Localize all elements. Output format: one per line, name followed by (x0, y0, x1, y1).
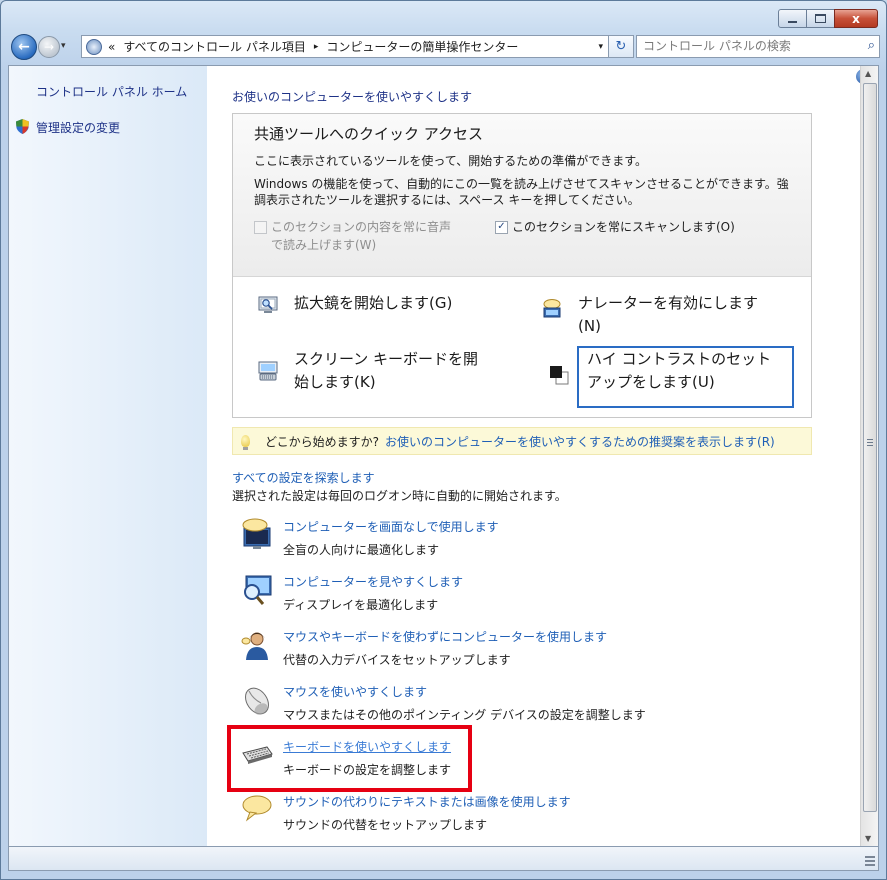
setting-item-easier-to-see[interactable]: コンピューターを見やすくします ディスプレイを最適化します (241, 573, 801, 615)
setting-item-subtitle: ディスプレイを最適化します (283, 598, 439, 612)
setting-item-no-display[interactable]: コンピューターを画面なしで使用します 全盲の人向けに最適化します (241, 518, 801, 560)
high-contrast-icon (550, 366, 569, 385)
read-aloud-checkbox-box[interactable] (254, 221, 267, 234)
minimize-icon (788, 20, 797, 23)
highlight-annotation-box (227, 725, 472, 792)
scan-checkbox[interactable]: ✓ このセクションを常にスキャンします(O) (495, 218, 735, 236)
scrollbar-thumb[interactable] (863, 83, 877, 812)
high-contrast-tool-button[interactable]: ハイ コントラストのセット アップをします(U) (587, 348, 771, 394)
setting-item-no-mouse-keyboard[interactable]: マウスやキーボードを使わずにコンピューターを使用します 代替の入力デバイスをセッ… (241, 628, 801, 670)
close-button[interactable]: x (834, 9, 878, 28)
setting-item-title[interactable]: マウスやキーボードを使わずにコンピューターを使用します (283, 628, 607, 645)
scan-checkbox-box[interactable]: ✓ (495, 221, 508, 234)
quick-access-description: ここに表示されているツールを使って、開始するための準備ができます。 (254, 154, 648, 168)
setting-item-subtitle: 全盲の人向けに最適化します (283, 543, 440, 557)
scroll-down-icon[interactable]: ▼ (865, 834, 871, 843)
lightbulb-icon (241, 435, 250, 450)
setting-item-subtitle: 代替の入力デバイスをセットアップします (283, 653, 511, 667)
close-icon: x (852, 11, 860, 26)
magnifier-tool-icon (258, 296, 278, 313)
search-box: ⌕ (636, 35, 880, 58)
setting-item-subtitle: サウンドの代替をセットアップします (283, 818, 488, 832)
resize-grip-icon[interactable] (865, 856, 875, 868)
magnifier-tool-button[interactable]: 拡大鏡を開始します(G) (294, 292, 452, 315)
address-bar[interactable]: « すべてのコントロール パネル項目 ▸ コンピューターの簡単操作センター ▾ (81, 35, 609, 58)
breadcrumb-separator-icon[interactable]: ▸ (314, 42, 319, 52)
recommendation-tip: どこから始めますか? お使いのコンピューターを使いやすくするための推奨案を表示し… (232, 427, 812, 455)
minimize-button[interactable] (778, 9, 807, 28)
control-panel-icon (86, 38, 102, 55)
speech-bubble-icon (242, 795, 272, 822)
breadcrumb-all-items[interactable]: すべてのコントロール パネル項目 (123, 38, 306, 55)
navigation-bar: ← → ▾ « すべてのコントロール パネル項目 ▸ コンピューターの簡単操作セ… (9, 33, 880, 61)
search-input[interactable] (637, 36, 859, 55)
history-dropdown-icon[interactable]: ▾ (61, 41, 66, 51)
vertical-scrollbar[interactable]: ▲ ▼ (860, 66, 878, 846)
setting-item-title[interactable]: マウスを使いやすくします (283, 683, 427, 700)
setting-item-subtitle: マウスまたはその他のポインティング デバイスの設定を調整します (283, 708, 646, 722)
back-button[interactable]: ← (11, 34, 37, 60)
maximize-icon (815, 14, 826, 23)
breadcrumb-ease-of-access[interactable]: コンピューターの簡単操作センター (326, 38, 518, 55)
address-dropdown-icon[interactable]: ▾ (598, 42, 603, 52)
main-panel: ? お使いのコンピューターを使いやすくします 共通ツールへのクイック アクセス … (207, 66, 871, 846)
read-aloud-checkbox[interactable]: このセクションの内容を常に音声 で読み上げます(W) (254, 218, 451, 254)
scrollbar-grip-icon (867, 439, 873, 448)
narrator-tool-icon (543, 299, 561, 318)
on-screen-keyboard-icon (258, 361, 278, 381)
sidebar-link-admin-settings[interactable]: 管理設定の変更 (36, 119, 120, 136)
uac-shield-icon (16, 119, 29, 134)
sidebar-link-home[interactable]: コントロール パネル ホーム (36, 83, 187, 100)
forward-arrow-icon: → (43, 40, 55, 54)
explore-settings-description: 選択された設定は毎回のログオン時に自動的に開始されます。 (232, 489, 567, 503)
content-area: コントロール パネル ホーム 管理設定の変更 ? お使いのコンピューターを使いや… (8, 65, 879, 847)
refresh-icon: ↻ (615, 39, 627, 54)
breadcrumb-overflow[interactable]: « (108, 40, 115, 54)
maximize-button[interactable] (806, 9, 835, 28)
quick-access-panel: 共通ツールへのクイック アクセス ここに表示されているツールを使って、開始するた… (232, 113, 812, 418)
refresh-button[interactable]: ↻ (608, 35, 634, 58)
setting-item-title[interactable]: コンピューターを見やすくします (283, 573, 463, 590)
quick-access-scan-description: Windows の機能を使って、自動的にこの一覧を読み上げさせてスキャンさせるこ… (254, 177, 789, 207)
setting-item-title[interactable]: サウンドの代わりにテキストまたは画像を使用します (283, 793, 571, 810)
header-link[interactable]: お使いのコンピューターを使いやすくします (232, 88, 472, 105)
status-bar (8, 846, 879, 871)
recommendations-link[interactable]: お使いのコンピューターを使いやすくするための推奨案を表示します(R) (385, 433, 775, 450)
monitor-magnifier-icon (244, 575, 272, 605)
scan-label: このセクションを常にスキャンします(O) (512, 220, 735, 234)
sidebar: コントロール パネル ホーム 管理設定の変更 (9, 66, 207, 846)
read-aloud-label: このセクションの内容を常に音声 で読み上げます(W) (271, 220, 452, 252)
forward-button[interactable]: → (38, 36, 60, 58)
tip-prefix: どこから始めますか? (265, 434, 380, 449)
quick-access-title: 共通ツールへのクイック アクセス (254, 125, 484, 143)
scroll-up-icon[interactable]: ▲ (865, 69, 871, 78)
monitor-speech-icon (242, 518, 271, 549)
setting-item-mouse[interactable]: マウスを使いやすくします マウスまたはその他のポインティング デバイスの設定を調… (241, 683, 801, 725)
explore-settings-link[interactable]: すべての設定を探索します (232, 469, 375, 486)
person-speech-icon (241, 632, 268, 660)
narrator-tool-button[interactable]: ナレーターを有効にします (N) (578, 292, 758, 338)
mouse-icon (245, 687, 269, 715)
search-icon[interactable]: ⌕ (868, 38, 875, 53)
setting-item-title[interactable]: コンピューターを画面なしで使用します (283, 518, 499, 535)
caption-buttons: x (778, 9, 878, 28)
quick-access-header: 共通ツールへのクイック アクセス ここに表示されているツールを使って、開始するた… (233, 114, 811, 277)
on-screen-keyboard-tool-button[interactable]: スクリーン キーボードを開 始します(K) (294, 348, 478, 394)
setting-item-sound-alternatives[interactable]: サウンドの代わりにテキストまたは画像を使用します サウンドの代替をセットアップし… (241, 793, 801, 835)
back-arrow-icon: ← (18, 39, 30, 55)
